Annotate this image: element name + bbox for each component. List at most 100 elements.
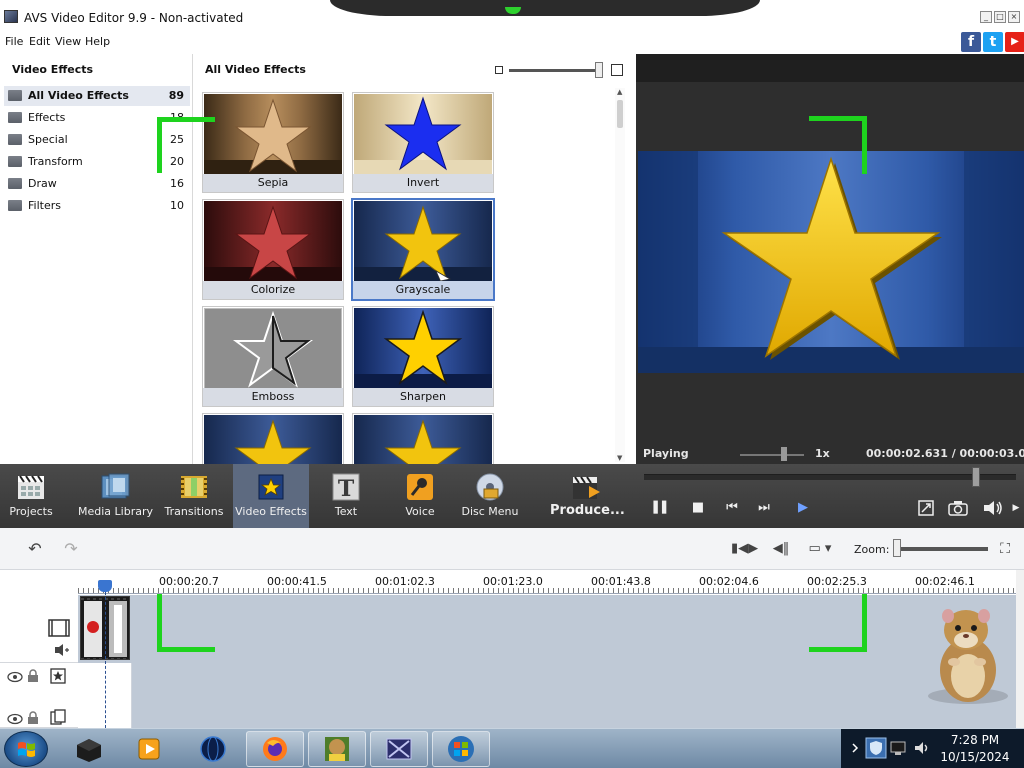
effect-tile-invert[interactable]: Invert (352, 92, 494, 193)
effect-tile[interactable] (202, 413, 344, 465)
eye-icon[interactable] (7, 713, 23, 725)
overlay-top-bar (330, 0, 760, 16)
effect-tile-colorize[interactable]: Colorize (202, 199, 344, 300)
speed-slider-thumb[interactable] (781, 447, 787, 461)
produce-button[interactable]: Produce... (550, 464, 625, 528)
effect-label: Grayscale (353, 281, 493, 299)
menu-help[interactable]: Help (85, 35, 110, 48)
windows-logo-icon (448, 736, 474, 762)
audio-mixer-icon[interactable]: ◀‖ (770, 540, 792, 558)
security-shield-icon[interactable] (865, 737, 887, 759)
thumbnail-size-thumb[interactable] (595, 62, 603, 78)
category-filters[interactable]: Filters 10 (4, 196, 190, 216)
produce-clapper-icon (573, 476, 600, 499)
disc-menu-label: Disc Menu (461, 505, 519, 518)
effect-tile-sepia[interactable]: Sepia (202, 92, 344, 193)
pause-button[interactable]: ▌▌ (653, 499, 671, 517)
video-track[interactable] (78, 595, 1024, 663)
timeline-scrollbar[interactable] (1016, 570, 1024, 728)
transitions-label: Transitions (164, 505, 224, 518)
video-effects-label: Video Effects (235, 505, 307, 518)
ruler-ticks (78, 588, 1024, 593)
lock-icon[interactable] (27, 669, 39, 683)
playback-progress-track[interactable] (644, 474, 1016, 480)
taskbar-windows-app[interactable] (432, 731, 490, 767)
text-button[interactable]: T Text (316, 464, 376, 528)
network-icon[interactable] (889, 739, 907, 757)
video-effects-button[interactable]: Video Effects (233, 464, 309, 528)
stop-button[interactable]: ■ (689, 499, 707, 517)
scroll-down-icon[interactable]: ▼ (617, 454, 622, 462)
clock-time[interactable]: 7:28 PM (939, 733, 1011, 747)
ruler-mark: 00:01:23.0 (483, 575, 543, 588)
effect-preview (204, 201, 342, 282)
close-button[interactable]: × (1008, 11, 1020, 23)
transitions-button[interactable]: Transitions (162, 464, 226, 528)
fullscreen-icon[interactable] (918, 500, 934, 516)
storyboard-play-button[interactable]: ▶ (792, 499, 814, 517)
taskbar: 7:28 PM 10/15/2024 (0, 728, 1024, 768)
timeline-ruler[interactable]: 00:00:20.7 00:00:41.5 00:01:02.3 00:01:2… (78, 570, 1024, 594)
taskbar-firefox-app[interactable] (246, 731, 304, 767)
display-mode-icon[interactable]: ▭ ▾ (802, 540, 838, 558)
category-label: Effects (28, 111, 66, 124)
volume-icon[interactable] (982, 499, 1004, 517)
split-clip-icon[interactable]: ▮◀▶ (731, 540, 758, 558)
preview-video[interactable] (638, 151, 1024, 373)
playhead-handle[interactable] (98, 580, 112, 592)
effect-tile-sharpen[interactable]: Sharpen (352, 306, 494, 407)
folder-icon (8, 112, 22, 123)
youtube-icon[interactable]: ▶ (1005, 32, 1024, 52)
menu-file[interactable]: File (5, 35, 23, 48)
speed-slider[interactable] (740, 454, 804, 456)
menu-view[interactable]: View (55, 35, 81, 48)
next-frame-button[interactable]: ⏭ (755, 499, 773, 517)
twitter-icon[interactable]: t (983, 32, 1003, 52)
taskbar-globe-app[interactable] (184, 731, 242, 767)
facebook-icon[interactable]: f (961, 32, 981, 52)
disc-menu-button[interactable]: Disc Menu (458, 464, 522, 528)
thumbnail-size-slider[interactable] (509, 69, 601, 72)
maximize-button[interactable]: □ (994, 11, 1006, 23)
voice-button[interactable]: Voice (390, 464, 450, 528)
effect-tile[interactable] (352, 413, 494, 465)
effect-preview (354, 415, 492, 465)
zoom-slider[interactable] (896, 547, 988, 551)
minimize-button[interactable]: _ (980, 11, 992, 23)
snapshot-camera-icon[interactable] (948, 500, 968, 516)
effect-tile-grayscale[interactable]: Grayscale (351, 198, 495, 301)
film-strip-icon (101, 473, 130, 499)
category-draw[interactable]: Draw 16 (4, 174, 190, 194)
effects-track[interactable] (78, 663, 1024, 728)
menu-edit[interactable]: Edit (29, 35, 50, 48)
start-button[interactable] (4, 731, 48, 767)
playback-progress-thumb[interactable] (972, 467, 980, 487)
eye-icon[interactable] (7, 671, 23, 683)
thumbnail-large-icon[interactable] (611, 64, 623, 76)
effects-scrollbar[interactable]: ▲ ▼ (615, 88, 625, 462)
scroll-thumb[interactable] (617, 100, 623, 128)
volume-tray-icon[interactable] (913, 739, 931, 757)
media-library-button[interactable]: Media Library (78, 464, 153, 528)
playhead-line (105, 592, 106, 728)
taskbar-media-player-app[interactable] (120, 731, 178, 767)
track-audio-icon[interactable] (54, 643, 70, 657)
volume-more-icon[interactable]: ▶ (1010, 499, 1022, 517)
taskbar-folder-app[interactable] (60, 731, 118, 767)
zoom-slider-thumb[interactable] (893, 539, 901, 557)
taskbar-hamster-box-app[interactable] (308, 731, 366, 767)
lock-icon[interactable] (27, 711, 39, 725)
previous-frame-button[interactable]: ⏮ (723, 499, 741, 517)
undo-icon[interactable]: ↶ (24, 540, 46, 558)
effect-tile-emboss[interactable]: Emboss (202, 306, 344, 407)
thumbnail-small-icon[interactable] (495, 66, 503, 74)
category-all-video-effects[interactable]: All Video Effects 89 (4, 86, 190, 106)
redo-icon[interactable]: ↷ (60, 540, 82, 558)
show-hidden-icons-icon[interactable] (847, 739, 865, 757)
taskbar-video-editor-app[interactable] (370, 731, 428, 767)
projects-button[interactable]: Projects (0, 464, 62, 528)
clock-date[interactable]: 10/15/2024 (939, 750, 1011, 764)
fit-timeline-icon[interactable]: ⛶ (994, 540, 1016, 558)
folder-icon (8, 200, 22, 211)
scroll-up-icon[interactable]: ▲ (617, 88, 622, 96)
